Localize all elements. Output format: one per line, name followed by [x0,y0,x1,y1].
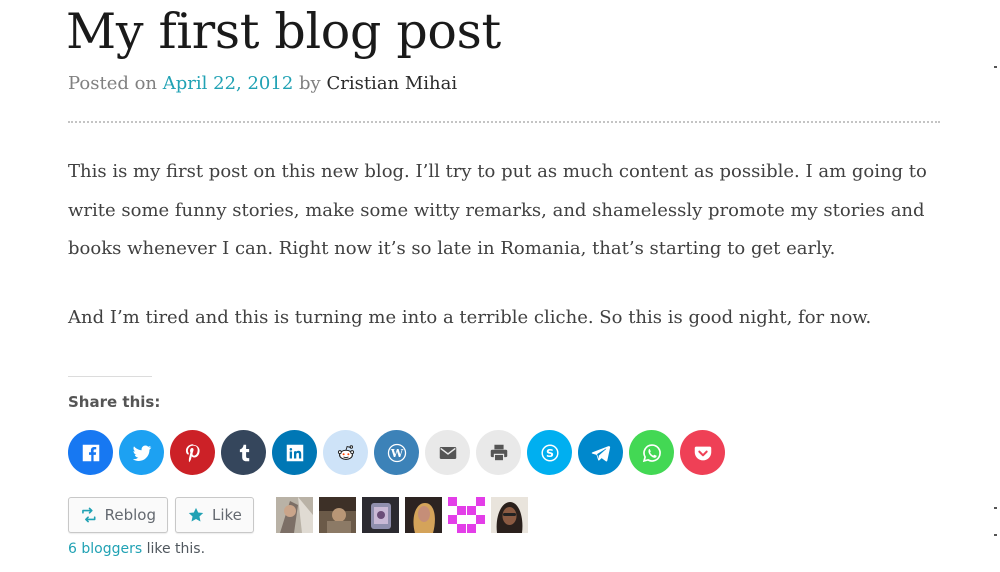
star-icon [188,507,204,522]
liker-avatar[interactable] [405,497,442,533]
share-reddit-button[interactable] [323,430,368,475]
post-title: My first blog post [66,3,501,60]
by-label: by [299,73,321,94]
wordpress-icon: W [387,443,406,462]
pinterest-icon [185,443,200,462]
reblog-button[interactable]: Reblog [68,497,168,533]
paragraph-line: write some funny stories, make some witt… [68,199,925,221]
pocket-icon [694,446,711,460]
like-button[interactable]: Like [175,497,254,533]
liker-avatar[interactable] [319,497,356,533]
facebook-icon [82,444,99,461]
tumblr-icon [239,444,249,461]
post-date-link[interactable]: April 22, 2012 [163,73,294,94]
share-telegram-button[interactable] [578,430,623,475]
posted-on-label: Posted on [68,73,158,94]
likes-suffix: like this. [142,541,206,557]
title-separator [68,121,940,123]
linkedin-icon [286,444,303,461]
post-meta: Posted on April 22, 2012 by Cristian Mih… [68,72,457,96]
share-heading: Share this: [68,393,161,411]
liker-avatars [276,497,528,533]
share-skype-button[interactable]: S [527,430,572,475]
share-pocket-button[interactable] [680,430,725,475]
paragraph-line: This is my first post on this new blog. … [68,161,927,182]
paragraph-line: books whenever I can. Right now it’s so … [68,238,836,259]
share-divider [68,376,152,377]
reblog-label: Reblog [104,506,156,524]
email-icon [439,446,456,459]
post-paragraph-2: And I’m tired and this is turning me int… [68,299,871,338]
svg-text:S: S [546,447,554,460]
liker-avatar[interactable] [448,497,485,533]
share-linkedin-button[interactable] [272,430,317,475]
share-tumblr-button[interactable] [221,430,266,475]
edge-mark [994,66,997,68]
share-facebook-button[interactable] [68,430,113,475]
liker-avatar[interactable] [276,497,313,533]
share-twitter-button[interactable] [119,430,164,475]
edge-mark [994,534,997,536]
telegram-icon [591,445,610,461]
liker-avatar[interactable] [362,497,399,533]
share-whatsapp-button[interactable] [629,430,674,475]
like-label: Like [212,506,242,524]
author-link[interactable]: Cristian Mihai [326,73,457,94]
liker-avatar[interactable] [491,497,528,533]
skype-icon: S [540,443,559,462]
share-print-button[interactable] [476,430,521,475]
reddit-icon [337,444,354,460]
share-wordpress-button[interactable]: W [374,430,419,475]
print-icon [490,444,507,461]
share-pinterest-button[interactable] [170,430,215,475]
twitter-icon [132,445,151,461]
reblog-icon [82,507,96,523]
likes-summary: 6 bloggers like this. [68,541,205,557]
share-buttons: W S [68,430,725,476]
edge-mark [994,507,997,509]
post-paragraph-1: This is my first post on this new blog. … [68,153,927,269]
share-email-button[interactable] [425,430,470,475]
paragraph-line: And I’m tired and this is turning me int… [68,307,872,328]
whatsapp-icon [642,443,661,462]
likers-count-link[interactable]: 6 bloggers [68,541,142,557]
svg-text:W: W [389,446,403,459]
